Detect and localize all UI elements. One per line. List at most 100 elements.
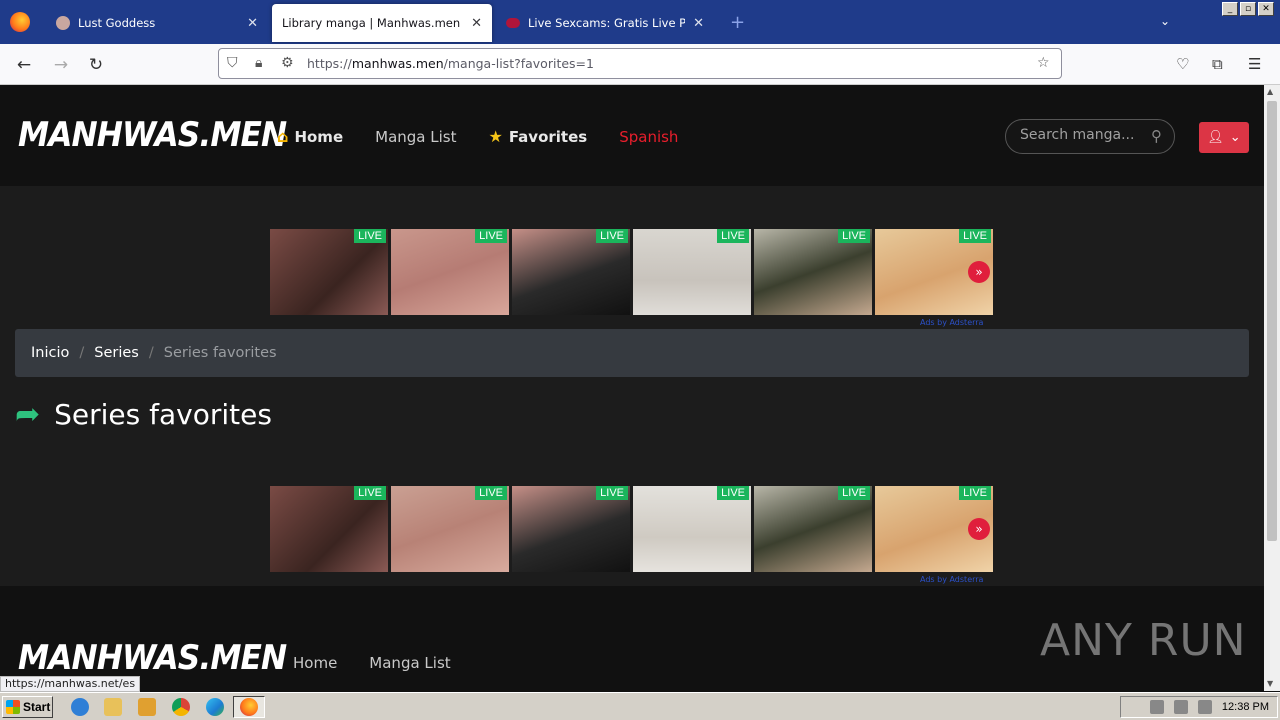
ad-strip-top[interactable]: LIVE LIVE LIVE LIVE LIVE LIVE » <box>270 229 996 315</box>
ads-by-label[interactable]: Ads by Adsterra <box>920 575 983 584</box>
menu-home-label: Home <box>294 127 344 146</box>
menu-manga-list[interactable]: Manga List <box>375 127 456 146</box>
ad-thumbnail[interactable]: LIVE » <box>875 229 993 315</box>
url-domain: manhwas.men <box>351 56 444 71</box>
address-bar[interactable]: ⛉ 🔒︎ ⚙ https://manhwas.men/manga-list?fa… <box>218 48 1062 79</box>
action-center-flag-icon[interactable] <box>1197 700 1212 714</box>
live-badge: LIVE <box>838 486 870 500</box>
breadcrumb-current: Series favorites <box>163 345 277 361</box>
maximize-button[interactable]: ▫ <box>1240 2 1256 16</box>
start-button[interactable]: Start <box>2 696 53 718</box>
ad-thumbnail[interactable]: LIVE <box>270 229 388 315</box>
list-all-tabs-icon[interactable]: ⌄ <box>1160 14 1170 28</box>
taskbar: Start 12:38 PM <box>0 692 1280 720</box>
menu-manga-list-label: Manga List <box>375 127 457 146</box>
tab-favicon-icon <box>56 16 70 30</box>
user-icon: 👤︎ <box>1207 130 1224 145</box>
footer-manga-list-link[interactable]: Manga List <box>369 654 450 672</box>
network-icon[interactable] <box>1173 700 1188 714</box>
file-explorer-icon[interactable] <box>104 698 122 716</box>
back-icon[interactable]: ← <box>13 54 35 76</box>
taskbar-firefox-button[interactable] <box>233 696 265 718</box>
bookmark-star-icon[interactable]: ☆ <box>1037 55 1050 71</box>
site-logo[interactable]: MANHWAS.MEN <box>18 115 287 155</box>
ad-thumbnail[interactable]: LIVE <box>512 486 630 572</box>
close-window-button[interactable]: ✕ <box>1258 2 1274 16</box>
tab-favicon-icon <box>506 18 520 28</box>
ad-thumbnail[interactable]: LIVE » <box>875 486 993 572</box>
menu-spanish[interactable]: Spanish <box>619 127 678 146</box>
search-icon[interactable]: ⚲ <box>1151 127 1162 145</box>
tab-live-sexcams[interactable]: Live Sexcams: Gratis Live Porn Cha ✕ <box>496 4 714 42</box>
url-text[interactable]: https://manhwas.men/manga-list?favorites… <box>307 56 594 71</box>
ad-thumbnail[interactable]: LIVE <box>754 486 872 572</box>
close-tab-icon[interactable]: ✕ <box>693 16 704 31</box>
window-controls: _ ▫ ✕ <box>1222 2 1274 16</box>
tab-lust-goddess[interactable]: Lust Goddess ✕ <box>46 4 268 42</box>
breadcrumb: Inicio / Series / Series favorites <box>15 329 1249 377</box>
ad-thumbnail[interactable]: LIVE <box>391 486 509 572</box>
internet-explorer-icon[interactable] <box>71 698 89 716</box>
new-tab-icon[interactable]: + <box>730 12 745 33</box>
next-arrow-icon[interactable]: » <box>968 518 990 540</box>
live-badge: LIVE <box>959 229 991 243</box>
firefox-taskbar-icon <box>240 698 258 716</box>
link-status-bar: https://manhwas.net/es <box>0 676 141 692</box>
ad-thumbnail[interactable]: LIVE <box>270 486 388 572</box>
chrome-icon[interactable] <box>172 698 190 716</box>
close-tab-icon[interactable]: ✕ <box>247 16 258 31</box>
user-menu-button[interactable]: 👤︎ ⌄ <box>1199 122 1249 153</box>
page-title-row: ➦ Series favorites <box>15 397 272 432</box>
next-arrow-icon[interactable]: » <box>968 261 990 283</box>
close-tab-icon[interactable]: ✕ <box>471 16 482 31</box>
ads-by-label[interactable]: Ads by Adsterra <box>920 318 983 327</box>
ad-thumbnail[interactable]: LIVE <box>633 486 751 572</box>
firefox-icon[interactable] <box>10 12 30 32</box>
scroll-down-icon[interactable]: ▼ <box>1267 679 1273 688</box>
minimize-button[interactable]: _ <box>1222 2 1238 16</box>
breadcrumb-inicio[interactable]: Inicio <box>31 345 69 361</box>
permissions-icon[interactable]: ⚙ <box>281 55 294 71</box>
page-scrollbar[interactable]: ▲ ▼ <box>1264 85 1280 691</box>
search-box: ⚲ <box>1005 119 1175 154</box>
ad-thumbnail[interactable]: LIVE <box>633 229 751 315</box>
live-badge: LIVE <box>717 229 749 243</box>
clock[interactable]: 12:38 PM <box>1222 701 1269 713</box>
reload-icon[interactable]: ↻ <box>85 54 107 76</box>
extensions-icon[interactable]: ⧉ <box>1212 55 1223 73</box>
lock-icon[interactable]: 🔒︎ <box>255 55 262 71</box>
search-input[interactable] <box>1020 127 1140 143</box>
ad-thumbnail[interactable]: LIVE <box>512 229 630 315</box>
start-label: Start <box>23 700 51 714</box>
tab-label: Lust Goddess <box>78 16 156 30</box>
breadcrumb-series[interactable]: Series <box>94 345 139 361</box>
pocket-icon[interactable]: ♡ <box>1176 55 1189 73</box>
scroll-up-icon[interactable]: ▲ <box>1267 87 1273 96</box>
live-badge: LIVE <box>838 229 870 243</box>
media-player-icon[interactable] <box>138 698 156 716</box>
ad-thumbnail[interactable]: LIVE <box>754 229 872 315</box>
url-prefix: https:// <box>307 56 352 71</box>
footer-logo[interactable]: MANHWAS.MEN <box>18 638 287 678</box>
footer-home-link[interactable]: Home <box>293 654 337 672</box>
shield-icon[interactable]: ⛉ <box>227 55 238 71</box>
live-badge: LIVE <box>475 229 507 243</box>
browser-nav-bar: ← → ↻ ⛉ 🔒︎ ⚙ https://manhwas.men/manga-l… <box>0 44 1280 85</box>
edge-icon[interactable] <box>206 698 224 716</box>
anyrun-watermark: ANY RUN <box>1040 615 1247 666</box>
menu-icon[interactable]: ☰ <box>1248 55 1261 73</box>
volume-icon[interactable] <box>1149 700 1164 714</box>
menu-spanish-label: Spanish <box>619 127 679 146</box>
forward-icon[interactable]: → <box>50 54 72 76</box>
menu-favorites[interactable]: ★ Favorites <box>488 127 587 146</box>
main-menu: ⌂ Home Manga List ★ Favorites Spanish <box>277 127 710 146</box>
footer-links: Home Manga List <box>293 654 451 672</box>
chevron-down-icon: ⌄ <box>1229 130 1241 145</box>
scrollbar-thumb[interactable] <box>1267 101 1277 541</box>
ad-thumbnail[interactable]: LIVE <box>391 229 509 315</box>
ad-strip-bottom[interactable]: LIVE LIVE LIVE LIVE LIVE LIVE » <box>270 486 996 572</box>
tab-library-manga[interactable]: Library manga | Manhwas.men ✕ <box>272 4 492 42</box>
menu-home[interactable]: ⌂ Home <box>277 127 343 146</box>
live-badge: LIVE <box>354 486 386 500</box>
browser-tab-bar: Lust Goddess ✕ Library manga | Manhwas.m… <box>0 0 1280 44</box>
